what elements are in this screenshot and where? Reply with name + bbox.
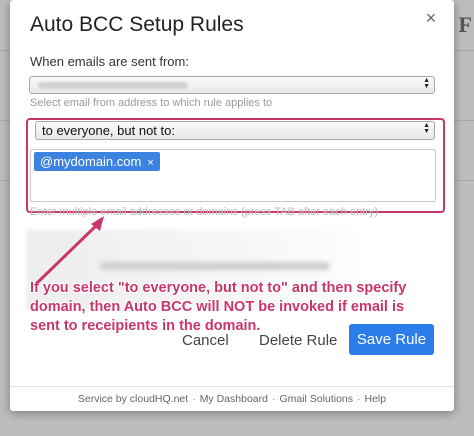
annotation-arrow-icon [36, 216, 104, 284]
